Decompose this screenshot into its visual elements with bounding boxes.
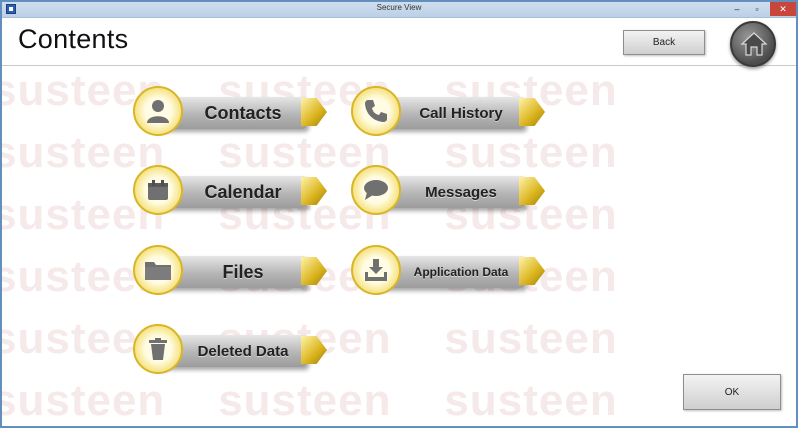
back-button[interactable]: Back [623,30,705,55]
header-divider [2,65,796,66]
arrow-tip-icon [519,177,545,205]
calendar-icon [148,180,168,200]
messages-label: Messages [425,183,497,201]
watermark-text: susteen [2,376,166,425]
arrow-tip-icon [301,257,327,285]
application-data-icon-badge [351,245,401,295]
window-title: Secure View [376,3,422,12]
call-history-icon-badge [351,86,401,136]
contacts-label: Contacts [204,102,282,123]
speech-bubble-icon [364,180,388,200]
folder-icon [145,262,171,280]
application-data-button[interactable]: Application Data [351,245,551,297]
contacts-icon-badge [133,86,183,136]
arrow-tip-icon [301,336,327,364]
call-history-button[interactable]: Call History [351,86,551,138]
arrow-tip-icon [301,98,327,126]
watermark-text: susteen [218,376,392,425]
calendar-label: Calendar [204,181,282,202]
arrow-tip-icon [519,257,545,285]
files-button[interactable]: Files [133,245,333,297]
maximize-button[interactable]: ▫ [746,2,768,16]
minimize-button[interactable]: – [726,2,748,16]
arrow-tip-icon [519,98,545,126]
calendar-button[interactable]: Calendar [133,165,333,217]
page-title: Contents [18,24,129,54]
person-icon [147,100,169,123]
ok-button[interactable]: OK [683,374,781,410]
home-button[interactable] [730,21,776,67]
calendar-icon-badge [133,165,183,215]
files-label: Files [222,261,264,282]
call-history-label: Call History [419,104,503,122]
application-data-label: Application Data [413,265,509,279]
files-icon-badge [133,245,183,295]
phone-icon [365,100,387,122]
arrow-tip-icon [301,177,327,205]
title-bar: Secure View – ▫ ✕ [2,2,796,18]
messages-icon-badge [351,165,401,215]
app-window: Secure View – ▫ ✕ susteen susteen sustee… [1,1,797,427]
messages-button[interactable]: Messages [351,165,551,217]
deleted-data-button[interactable]: Deleted Data [133,324,333,376]
close-button[interactable]: ✕ [770,2,796,16]
watermark-text: susteen [444,376,618,425]
watermark-text: susteen [444,314,618,363]
deleted-data-icon-badge [133,324,183,374]
trash-icon [149,338,167,360]
contacts-button[interactable]: Contacts [133,86,333,138]
home-icon [740,32,768,56]
deleted-data-label: Deleted Data [197,342,289,360]
download-tray-icon [365,259,387,281]
